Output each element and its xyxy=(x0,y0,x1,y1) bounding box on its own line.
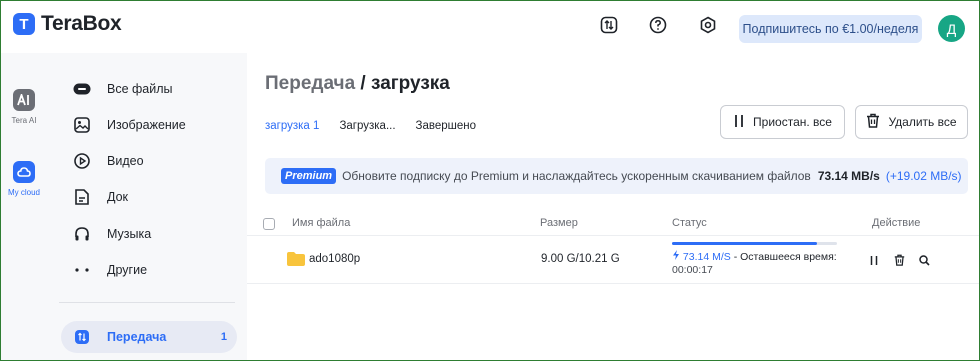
pause-icon[interactable] xyxy=(867,253,881,267)
sidebar-item-docs[interactable]: Док xyxy=(61,181,237,213)
image-icon xyxy=(72,115,92,135)
column-header-size[interactable]: Размер xyxy=(540,217,578,229)
file-size: 9.00 G/10.21 G xyxy=(541,253,620,265)
more-dots-icon xyxy=(72,260,92,280)
file-name[interactable]: ado1080p xyxy=(309,253,360,265)
divider xyxy=(247,283,979,284)
sidebar-item-label: Другие xyxy=(107,263,148,277)
sidebar-item-label: Музыка xyxy=(107,227,152,241)
transfer-count-badge: 1 xyxy=(220,331,227,343)
app-name: TeraBox xyxy=(41,12,122,35)
sidebar-item-label: Видео xyxy=(107,154,144,168)
search-icon[interactable] xyxy=(917,253,931,267)
download-progress-fill xyxy=(672,242,818,245)
rail-label: Tera AI xyxy=(11,116,37,125)
transfer-status-icon[interactable] xyxy=(599,15,619,35)
ai-icon xyxy=(13,89,35,111)
rail-item-my-cloud[interactable]: My cloud xyxy=(1,161,47,197)
column-header-action: Действие xyxy=(872,217,921,229)
subscribe-button[interactable]: Подпишитесь по €1.00/неделя xyxy=(739,15,922,43)
trash-icon[interactable] xyxy=(892,253,906,267)
sidebar-item-music[interactable]: Музыка xyxy=(61,218,237,250)
document-icon xyxy=(72,187,92,207)
tab-completed[interactable]: Завершено xyxy=(416,120,476,132)
rail-item-tera-ai[interactable]: Tera AI xyxy=(1,89,47,125)
download-status: 73.14 M/S - Оставшееся время: xyxy=(672,250,837,263)
remaining-label: - Оставшееся время: xyxy=(730,251,837,263)
rail-label: My cloud xyxy=(7,188,40,197)
video-icon xyxy=(72,151,92,171)
top-bar: T TeraBox Подпишитесь по €1.00/неделя Д xyxy=(1,1,979,53)
trash-icon xyxy=(866,113,880,131)
breadcrumb-current: загрузка xyxy=(371,73,450,94)
transfer-tabs: загрузка 1 Загрузка... Завершено xyxy=(265,120,496,132)
avatar[interactable]: Д xyxy=(938,15,965,42)
sidebar-item-video[interactable]: Видео xyxy=(61,145,237,177)
music-icon xyxy=(72,224,92,244)
main-content: Передача / загрузка загрузка 1 Загрузка.… xyxy=(247,53,979,360)
pause-all-label: Приостан. все xyxy=(753,115,832,129)
transfer-icon xyxy=(72,327,92,347)
sidebar-item-transfer[interactable]: Передача 1 xyxy=(61,321,237,353)
select-all-checkbox[interactable] xyxy=(263,218,275,230)
sidebar-item-other[interactable]: Другие xyxy=(61,254,237,286)
column-header-status: Статус xyxy=(672,217,707,229)
cloud-icon xyxy=(13,161,35,183)
tab-downloading[interactable]: загрузка 1 xyxy=(265,120,319,132)
breadcrumb-parent[interactable]: Передача xyxy=(265,73,355,94)
sidebar-item-label: Передача xyxy=(107,330,167,344)
table-header: Имя файла Размер Статус Действие xyxy=(247,213,979,235)
sidebar-item-images[interactable]: Изображение xyxy=(61,109,237,141)
terabox-logo-icon: T xyxy=(13,13,35,35)
breadcrumb-separator: / xyxy=(355,73,371,94)
column-header-name[interactable]: Имя файла xyxy=(292,217,350,229)
tab-uploading[interactable]: Загрузка... xyxy=(339,120,395,132)
sidebar-divider xyxy=(59,302,235,303)
bolt-icon xyxy=(672,250,683,263)
app-window: T TeraBox Подпишитесь по €1.00/неделя Д xyxy=(1,1,979,360)
banner-text: Обновите подписку до Premium и наслаждай… xyxy=(342,169,811,183)
sidebar: Все файлы Изображение Видео Док Музыка Д… xyxy=(47,53,247,360)
remaining-time: 00:00:17 xyxy=(672,264,713,276)
download-progress-bar xyxy=(672,242,837,245)
all-files-icon xyxy=(72,79,92,99)
pause-all-button[interactable]: Приостан. все xyxy=(720,105,845,139)
table-row[interactable]: ado1080p 9.00 G/10.21 G 73.14 M/S - Оста… xyxy=(247,236,979,283)
banner-boost: (+19.02 MB/s) xyxy=(885,169,962,183)
left-rail: Tera AI My cloud xyxy=(1,53,47,360)
download-speed: 73.14 M/S xyxy=(682,251,731,263)
help-icon[interactable] xyxy=(648,15,668,35)
banner-speed: 73.14 MB/s xyxy=(817,169,880,183)
folder-icon xyxy=(287,252,305,266)
sidebar-item-label: Изображение xyxy=(107,118,186,132)
premium-badge: Premium xyxy=(281,168,337,184)
sidebar-item-label: Все файлы xyxy=(107,82,173,96)
sidebar-item-all-files[interactable]: Все файлы xyxy=(61,73,237,105)
sidebar-item-label: Док xyxy=(107,190,129,204)
premium-banner[interactable]: Premium Обновите подписку до Premium и н… xyxy=(265,158,968,194)
settings-icon[interactable] xyxy=(698,15,718,35)
delete-all-label: Удалить все xyxy=(888,115,957,129)
page-title: Передача / загрузка xyxy=(265,73,450,95)
delete-all-button[interactable]: Удалить все xyxy=(855,105,968,139)
pause-icon xyxy=(733,114,745,131)
logo[interactable]: T TeraBox xyxy=(13,12,122,36)
